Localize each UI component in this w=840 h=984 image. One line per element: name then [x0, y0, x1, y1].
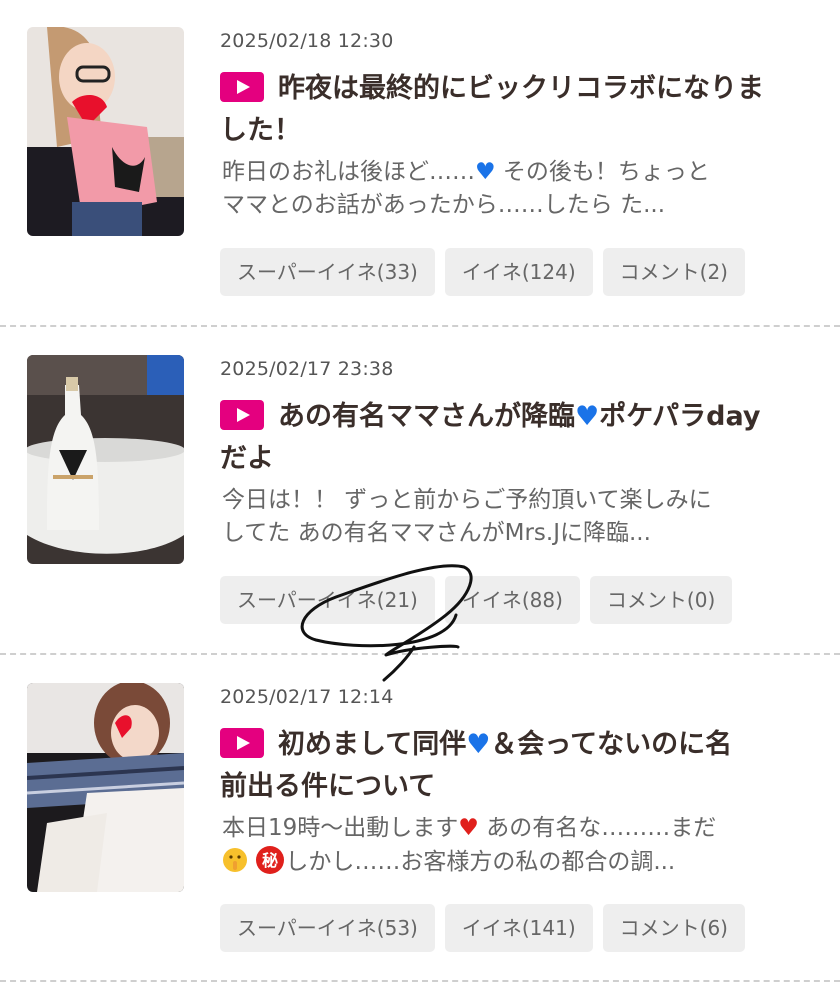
- post-date: 2025/02/18 12:30: [220, 30, 394, 52]
- post-title[interactable]: あの有名ママさんが降臨♥ポケパラday だよ: [220, 396, 820, 480]
- excerpt-text: ママとのお話があったから……したら た...: [222, 192, 666, 218]
- post-title-text: ＆会ってないのに名: [490, 729, 733, 760]
- post-title-text-continued: だよ: [220, 443, 274, 474]
- excerpt-text: 昨日のお礼は後ほど……: [222, 159, 475, 185]
- secret-icon: 秘: [256, 846, 285, 874]
- post-title[interactable]: 昨夜は最終的にビックリコラボになりま した！: [220, 68, 820, 152]
- post-thumbnail[interactable]: [27, 355, 184, 564]
- post-title[interactable]: 初めまして同伴♥＆会ってないのに名 前出る件について: [220, 724, 820, 808]
- blog-post[interactable]: 2025/02/18 12:30 昨夜は最終的にビックリコラボになりま した！ …: [0, 0, 840, 328]
- thumbnail-photo: [27, 355, 184, 564]
- post-title-text: あの有名ママさんが降臨: [278, 401, 575, 432]
- thumbnail-photo: [27, 683, 184, 892]
- blue-heart-icon: ♥: [475, 159, 496, 185]
- post-title-text: 昨夜は最終的にビックリコラボになりま: [278, 73, 764, 104]
- like-button[interactable]: イイネ(141): [444, 904, 593, 952]
- thumbnail-photo: [27, 27, 184, 236]
- post-title-text-continued: した！: [220, 115, 301, 146]
- post-title-text: ポケパラday: [599, 401, 761, 432]
- excerpt-text: 今日は！！ ずっと前からご予約頂いて楽しみに: [222, 487, 712, 513]
- post-thumbnail[interactable]: [27, 27, 184, 236]
- post-divider: [0, 325, 840, 327]
- excerpt-text: その後も！ちょっと: [495, 159, 710, 185]
- handwritten-scribble: [300, 564, 473, 682]
- post-title-text-continued: 前出る件について: [220, 771, 436, 802]
- secret-glyph: 秘: [262, 851, 278, 870]
- post-divider: [0, 980, 840, 982]
- play-icon: [220, 728, 264, 758]
- excerpt-text: あの有名な………まだ: [478, 815, 717, 841]
- excerpt-text: 本日19時〜出動します: [222, 815, 459, 841]
- excerpt-text: しかし……お客様方の私の都合の調...: [285, 849, 676, 875]
- red-heart-icon: ♥: [458, 815, 479, 841]
- blog-post[interactable]: 2025/02/17 12:14 初めまして同伴♥＆会ってないのに名 前出る件に…: [0, 656, 840, 984]
- post-actions: スーパーイイネ(53) イイネ(141) コメント(6): [220, 904, 745, 952]
- shushing-face-icon: [223, 848, 247, 872]
- super-like-button[interactable]: スーパーイイネ(33): [220, 248, 435, 296]
- post-excerpt: 今日は！！ ずっと前からご予約頂いて楽しみに してた あの有名ママさんがMrs.…: [222, 484, 812, 550]
- post-title-text: 初めまして同伴: [278, 729, 467, 760]
- post-excerpt: 昨日のお礼は後ほど……♥ その後も！ちょっと ママとのお話があったから……したら…: [222, 156, 812, 222]
- post-thumbnail[interactable]: [27, 683, 184, 892]
- comment-button[interactable]: コメント(0): [589, 576, 733, 624]
- post-excerpt: 本日19時〜出動します♥ あの有名な………まだ 秘 しかし……お客様方の私の都合…: [222, 812, 812, 879]
- play-icon: [220, 400, 264, 430]
- excerpt-text: してた あの有名ママさんがMrs.Jに降臨...: [222, 520, 651, 546]
- comment-button[interactable]: コメント(6): [602, 904, 745, 952]
- like-button[interactable]: イイネ(124): [444, 248, 593, 296]
- super-like-button[interactable]: スーパーイイネ(53): [220, 904, 435, 952]
- blue-heart-icon: ♥: [575, 401, 600, 432]
- post-date: 2025/02/17 23:38: [220, 358, 394, 380]
- comment-button[interactable]: コメント(2): [602, 248, 745, 296]
- play-icon: [220, 72, 264, 102]
- post-actions: スーパーイイネ(33) イイネ(124) コメント(2): [220, 248, 745, 296]
- post-date: 2025/02/17 12:14: [220, 686, 394, 708]
- blue-heart-icon: ♥: [466, 729, 491, 760]
